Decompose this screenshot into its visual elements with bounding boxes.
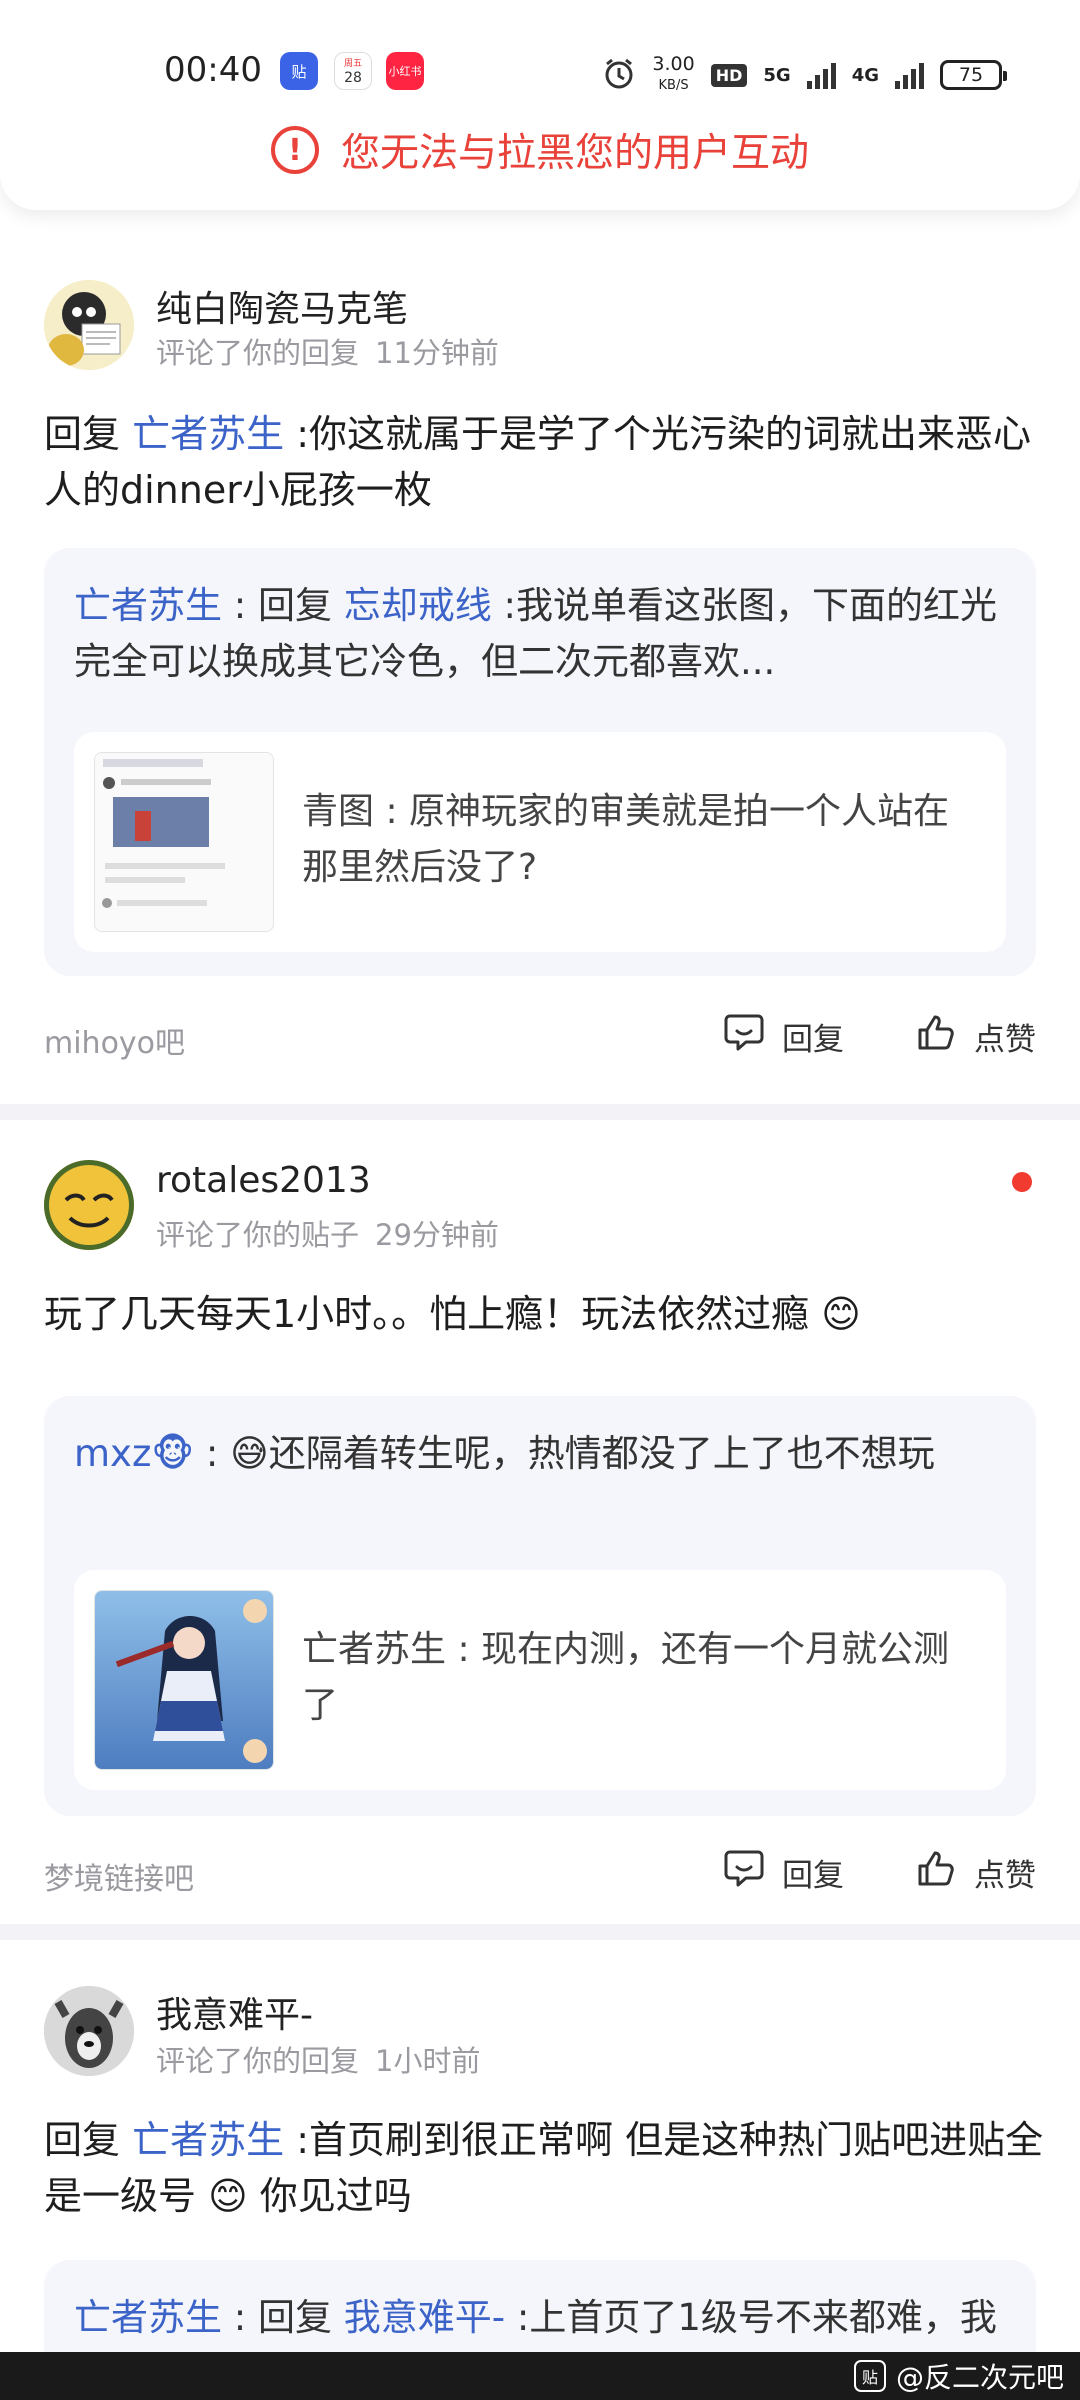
thumbs-up-icon	[914, 1010, 958, 1062]
reply-button[interactable]: 回复	[722, 1842, 844, 1902]
username[interactable]: rotales2013	[156, 1160, 371, 1201]
reply-label: 回复	[782, 1021, 844, 1058]
original-post-text: 青图 : 原神玩家的审美就是拍一个人站在那里然后没了?	[302, 791, 950, 888]
thumbs-up-icon	[914, 1846, 958, 1898]
original-post-author: 青图	[302, 791, 375, 832]
avatar[interactable]	[44, 280, 134, 370]
forum-name[interactable]: mihoyo吧	[44, 1018, 185, 1062]
quoted-reply[interactable]: mxz🐵 : 😅还隔着转生呢，热情都没了上了也不想玩 亡者苏生 : 现在内测，还…	[44, 1396, 1036, 1816]
notification-card[interactable]: 纯白陶瓷马克笔 评论了你的回复 11分钟前 回复 亡者苏生 :你这就属于是学了个光…	[0, 210, 1080, 1090]
unread-dot	[1012, 1172, 1032, 1192]
watermark-bar: 贴 @反二次元吧	[0, 2352, 1080, 2400]
post-time: 11分钟前	[375, 336, 499, 370]
xiaohongshu-app-icon: 小红书	[386, 52, 424, 90]
speed-value: 3.00	[652, 53, 695, 75]
post-meta: 评论了你的回复 1小时前	[156, 2038, 480, 2080]
status-time: 00:40	[164, 50, 262, 90]
block-alert-text: 您无法与拉黑您的用户互动	[340, 131, 809, 176]
tieba-app-icon: 贴	[280, 52, 318, 90]
calendar-app-icon: 周五 28	[334, 52, 372, 90]
card-separator	[0, 1104, 1080, 1120]
comment-body[interactable]: 回复 亡者苏生 :你这就属于是学了个光污染的词就出来恶心人的dinner小屁孩一…	[44, 406, 1044, 518]
block-alert: ! 您无法与拉黑您的用户互动	[0, 118, 1080, 182]
watermark-text: @反二次元吧	[895, 2361, 1064, 2394]
post-action: 评论了你的贴子	[156, 1218, 360, 1252]
alarm-icon	[602, 56, 636, 95]
comment-body[interactable]: 回复 亡者苏生 :首页刷到很正常啊 但是这种热门贴吧进贴全是一级号 😊 你见过吗	[44, 2112, 1044, 2224]
quoted-reply[interactable]: 亡者苏生 : 回复 忘却戒线 :我说单看这张图，下面的红光完全可以换成其它冷色，…	[44, 548, 1036, 976]
signal-5g-icon	[806, 61, 836, 89]
original-post-preview[interactable]: 亡者苏生 : 现在内测，还有一个月就公测了	[74, 1570, 1006, 1790]
like-label: 点赞	[974, 1021, 1036, 1058]
username[interactable]: 我意难平-	[156, 1986, 313, 2038]
notification-card[interactable]: 我意难平- 评论了你的回复 1小时前 回复 亡者苏生 :首页刷到很正常啊 但是这种…	[0, 1940, 1080, 2400]
post-thumbnail	[94, 752, 274, 932]
original-post-author: 亡者苏生	[302, 1629, 447, 1670]
like-button[interactable]: 点赞	[914, 1006, 1036, 1066]
network-5g-label: 5G	[763, 64, 791, 86]
quote-mention[interactable]: 忘却戒线	[344, 584, 492, 627]
battery-icon: 75	[940, 60, 1007, 90]
card-footer: 梦境链接吧 回复 点赞	[44, 1842, 1036, 1902]
quote-separator: : 回复	[222, 2296, 344, 2339]
comment-icon	[722, 1010, 766, 1062]
card-separator	[0, 1924, 1080, 1940]
post-time: 1小时前	[375, 2044, 481, 2078]
post-thumbnail	[94, 1590, 274, 1770]
notification-card[interactable]: rotales2013 评论了你的贴子 29分钟前 玩了几天每天1小时。。怕上瘾！…	[0, 1120, 1080, 1920]
like-button[interactable]: 点赞	[914, 1842, 1036, 1902]
network-speed: 3.00 KB/S	[652, 55, 694, 95]
hd-voice-icon: HD	[710, 63, 748, 87]
quote-body: : 😅还隔着转生呢，热情都没了上了也不想玩	[194, 1432, 935, 1475]
speed-unit: KB/S	[658, 78, 689, 93]
reply-button[interactable]: 回复	[722, 1006, 844, 1066]
quoted-reply-text: mxz🐵 : 😅还隔着转生呢，热情都没了上了也不想玩	[74, 1426, 1004, 1482]
quoted-reply-text: 亡者苏生 : 回复 忘却戒线 :我说单看这张图，下面的红光完全可以换成其它冷色，…	[74, 578, 1004, 690]
forum-name[interactable]: 梦境链接吧	[44, 1854, 194, 1898]
calendar-day: 28	[344, 70, 362, 86]
top-bar: 00:40 贴 周五 28 小红书 3.00 KB/S HD 5G 4G 75 …	[0, 0, 1080, 210]
original-post-text: 亡者苏生 : 现在内测，还有一个月就公测了	[302, 1629, 950, 1726]
reply-prefix: 回复	[44, 2118, 133, 2162]
exclamation-circle-icon: !	[270, 126, 319, 174]
post-time: 29分钟前	[375, 1218, 499, 1252]
calendar-weekday: 周五	[343, 59, 362, 69]
mention-link[interactable]: 亡者苏生	[132, 2118, 284, 2162]
tieba-logo-icon: 贴	[853, 2360, 886, 2392]
post-meta: 评论了你的回复 11分钟前	[156, 330, 499, 372]
comment-body[interactable]: 玩了几天每天1小时。。怕上瘾！玩法依然过瘾 😊	[44, 1286, 1044, 1342]
quote-mention[interactable]: 我意难平-	[344, 2296, 505, 2339]
signal-4g-icon	[895, 61, 924, 89]
reply-prefix: 回复	[44, 412, 133, 456]
username[interactable]: 纯白陶瓷马克笔	[156, 280, 408, 332]
reply-label: 回复	[782, 1857, 844, 1894]
post-meta: 评论了你的贴子 29分钟前	[156, 1212, 499, 1254]
original-post-body: 原神玩家的审美就是拍一个人站在那里然后没了?	[302, 791, 950, 888]
quote-author[interactable]: mxz🐵	[74, 1432, 194, 1475]
status-right-group: 3.00 KB/S HD 5G 4G 75	[602, 48, 1007, 102]
quote-separator: : 回复	[222, 584, 344, 627]
like-label: 点赞	[974, 1857, 1036, 1894]
mention-link[interactable]: 亡者苏生	[132, 412, 284, 456]
avatar[interactable]	[44, 1160, 134, 1250]
network-4g-label: 4G	[851, 64, 879, 86]
post-action: 评论了你的回复	[156, 336, 360, 370]
quote-author[interactable]: 亡者苏生	[74, 584, 222, 627]
comment-icon	[722, 1846, 766, 1898]
post-action: 评论了你的回复	[156, 2044, 360, 2078]
quote-author[interactable]: 亡者苏生	[74, 2296, 222, 2339]
card-footer: mihoyo吧 回复 点赞	[44, 1006, 1036, 1066]
original-post-preview[interactable]: 青图 : 原神玩家的审美就是拍一个人站在那里然后没了?	[74, 732, 1006, 952]
status-bar: 00:40 贴 周五 28 小红书 3.00 KB/S HD 5G 4G 75	[0, 40, 1080, 110]
avatar[interactable]	[44, 1986, 134, 2076]
